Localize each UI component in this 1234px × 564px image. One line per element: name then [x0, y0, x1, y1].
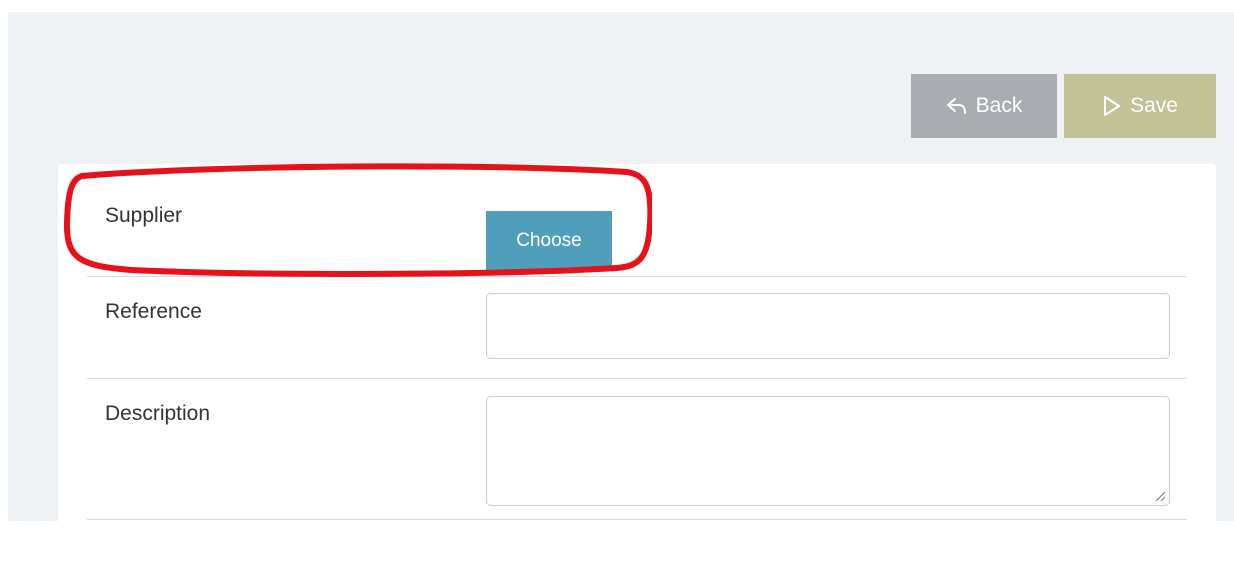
divider: [87, 276, 1187, 277]
divider: [87, 378, 1187, 379]
page-background: Back Save Supplier Choose Reference Desc…: [8, 12, 1234, 564]
play-triangle-icon: [1104, 96, 1121, 116]
description-textarea[interactable]: [486, 396, 1170, 506]
save-button-label: Save: [1130, 94, 1178, 117]
save-button[interactable]: Save: [1064, 74, 1216, 138]
reply-arrow-icon: [946, 98, 966, 114]
reference-label: Reference: [105, 300, 202, 323]
back-button-label: Back: [975, 94, 1023, 117]
choose-supplier-button[interactable]: Choose: [486, 211, 612, 271]
back-button[interactable]: Back: [911, 74, 1057, 138]
description-label: Description: [105, 402, 211, 425]
reference-input[interactable]: [486, 293, 1170, 359]
supplier-label: Supplier: [105, 204, 183, 227]
divider: [87, 519, 1187, 520]
resize-grip-icon[interactable]: [1154, 490, 1166, 502]
form-card: Supplier Choose Reference Description: [58, 164, 1216, 564]
